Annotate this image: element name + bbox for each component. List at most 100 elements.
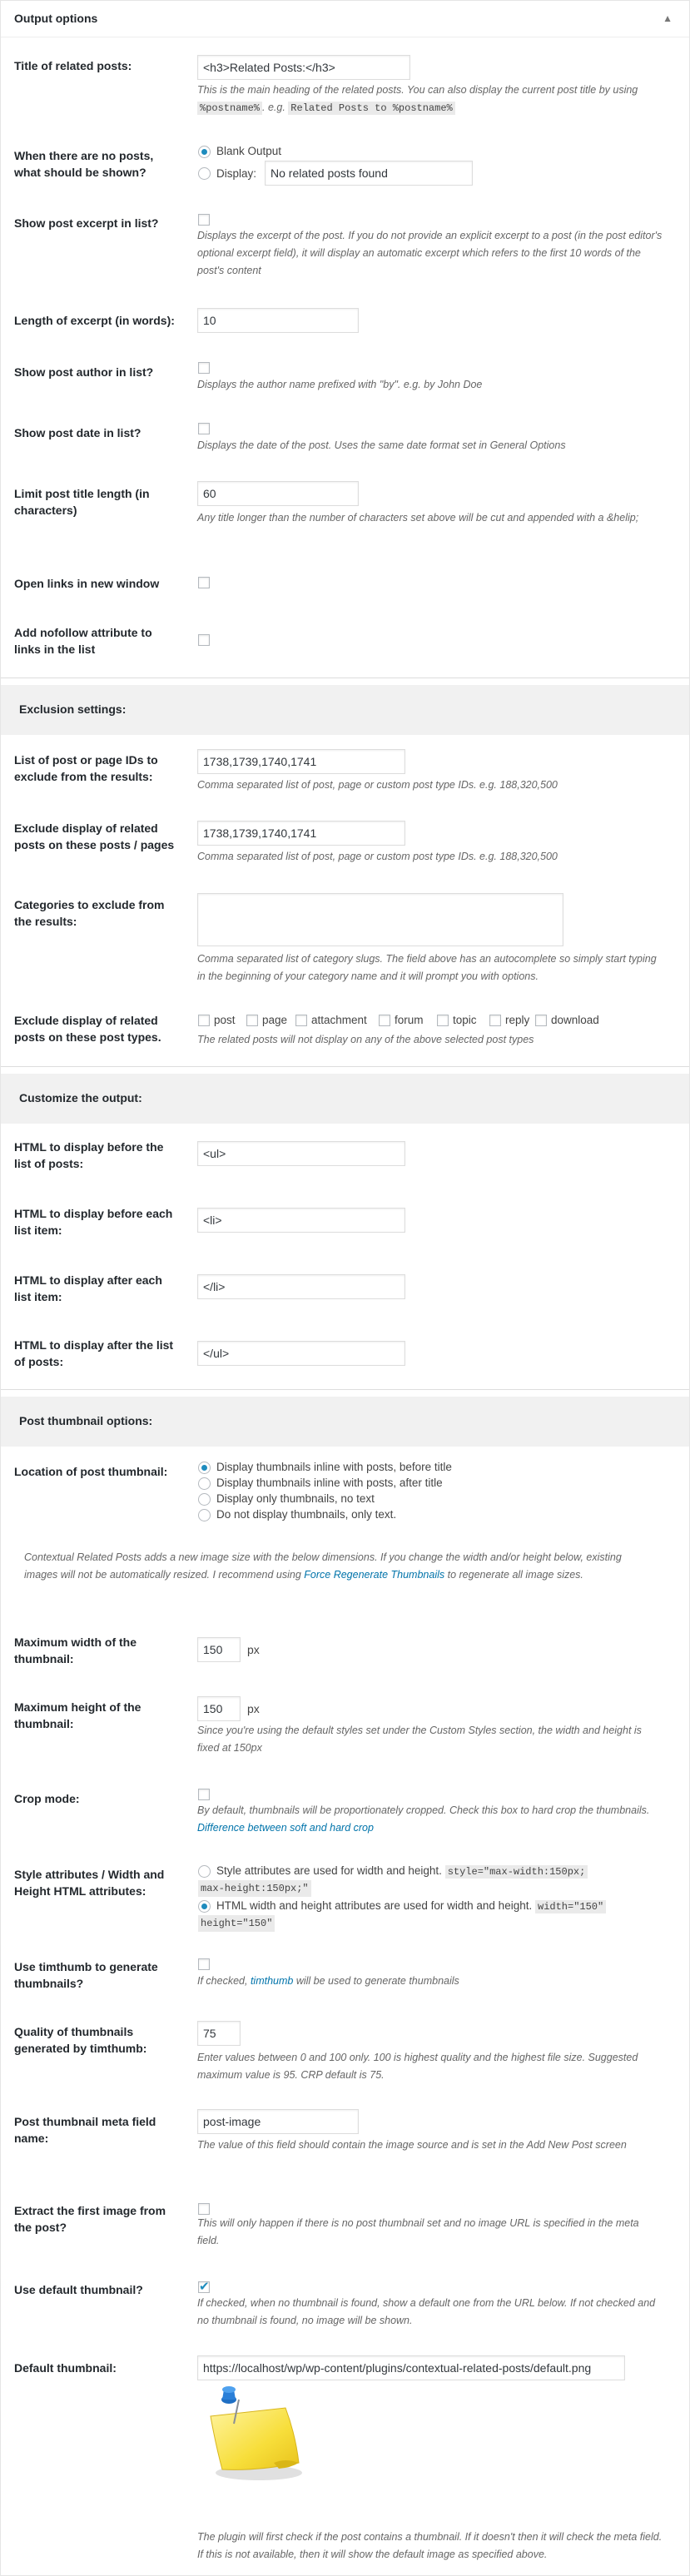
- after-item-input[interactable]: </li>: [197, 1274, 405, 1299]
- post-type-forum-checkbox[interactable]: [379, 1015, 390, 1026]
- location-before-title-radio[interactable]: [198, 1462, 211, 1474]
- extract-first-image-checkbox[interactable]: [198, 2203, 210, 2215]
- show-excerpt-desc: Displays the excerpt of the post. If you…: [197, 230, 663, 276]
- post-type-reply-label: reply: [505, 1014, 530, 1026]
- image-size-note-tail: to regenerate all image sizes.: [447, 1569, 583, 1581]
- post-type-page-label: page: [262, 1014, 288, 1026]
- max-height-label: Maximum height of the thumbnail:: [14, 1700, 141, 1730]
- quality-desc: Enter values between 0 and 100 only. 100…: [197, 2052, 638, 2081]
- thumbnail-section-header: Post thumbnail options:: [1, 1397, 689, 1447]
- quality-label: Quality of thumbnails generated by timth…: [14, 2025, 147, 2055]
- exclude-ids-label: List of post or page IDs to exclude from…: [14, 753, 158, 783]
- display-radio[interactable]: [198, 167, 211, 180]
- output-options-panel: Output options ▲ Title of related posts:…: [0, 0, 690, 2576]
- timthumb-label: Use timthumb to generate thumbnails?: [14, 1960, 158, 1990]
- exclusion-section-header: Exclusion settings:: [1, 685, 689, 735]
- exclude-on-desc: Comma separated list of post, page or cu…: [197, 851, 558, 862]
- style-attributes-radio[interactable]: [198, 1865, 211, 1878]
- panel-header[interactable]: Output options ▲: [1, 1, 689, 37]
- style-attributes-code-a: style="max-width:150px;: [444, 1865, 588, 1879]
- thumbnail-fallback-desc: The plugin will first check if the post …: [197, 2531, 663, 2560]
- location-thumbnails-only-label: Display only thumbnails, no text: [216, 1492, 375, 1505]
- show-author-desc: Displays the author name prefixed with "…: [197, 379, 483, 390]
- post-type-topic-label: topic: [453, 1014, 477, 1026]
- open-new-window-label: Open links in new window: [14, 577, 160, 590]
- html-attributes-radio[interactable]: [198, 1900, 211, 1913]
- extract-first-image-desc: This will only happen if there is no pos…: [197, 2217, 639, 2246]
- use-default-thumbnail-checkbox[interactable]: [198, 2279, 210, 2294]
- display-label: Display:: [216, 167, 257, 180]
- title-length-input[interactable]: 60: [197, 481, 359, 506]
- style-attributes-option: Style attributes are used for width and …: [216, 1862, 649, 1881]
- soft-hard-crop-link[interactable]: Difference between soft and hard crop: [197, 1822, 374, 1834]
- title-related-input[interactable]: <h3>Related Posts:</h3>: [197, 55, 410, 80]
- no-posts-text-input[interactable]: No related posts found: [265, 161, 473, 186]
- max-width-label: Maximum width of the thumbnail:: [14, 1635, 137, 1665]
- caret-up-icon[interactable]: ▲: [663, 12, 673, 24]
- max-width-unit: px: [247, 1643, 260, 1656]
- html-attributes-code-a: width="150": [535, 1900, 607, 1913]
- panel-title: Output options: [14, 12, 98, 25]
- max-width-input[interactable]: 150: [197, 1637, 241, 1662]
- blank-output-label: Blank Output: [216, 145, 282, 157]
- location-thumbnails-only-radio[interactable]: [198, 1493, 211, 1506]
- post-type-reply-checkbox[interactable]: [489, 1015, 501, 1026]
- after-list-input[interactable]: </ul>: [197, 1341, 405, 1366]
- crop-mode-checkbox[interactable]: [198, 1789, 210, 1800]
- html-attributes-code-b: height="150": [198, 1915, 276, 1932]
- pinned-note-icon: [199, 2386, 315, 2486]
- show-excerpt-checkbox[interactable]: [198, 214, 210, 226]
- section-divider: [1, 1066, 689, 1067]
- before-item-label: HTML to display before each list item:: [14, 1207, 173, 1237]
- exclude-categories-label: Categories to exclude from the results:: [14, 898, 165, 928]
- before-item-input[interactable]: <li>: [197, 1208, 405, 1233]
- location-text-only-label: Do not display thumbnails, only text.: [216, 1508, 397, 1521]
- use-default-thumbnail-desc: If checked, when no thumbnail is found, …: [197, 2297, 656, 2326]
- use-default-thumbnail-label: Use default thumbnail?: [14, 2283, 143, 2296]
- timthumb-desc-text: If checked,: [197, 1975, 248, 1987]
- exclude-on-input[interactable]: 1738,1739,1740,1741: [197, 821, 405, 846]
- timthumb-desc-tail: will be used to generate thumbnails: [295, 1975, 459, 1987]
- image-size-note: Contextual Related Posts adds a new imag…: [24, 1549, 657, 1584]
- before-list-label: HTML to display before the list of posts…: [14, 1140, 164, 1170]
- timthumb-link[interactable]: timthumb: [251, 1975, 293, 1987]
- post-type-post-checkbox[interactable]: [198, 1015, 210, 1026]
- max-height-desc: Since you're using the default styles se…: [197, 1725, 642, 1754]
- show-author-label: Show post author in list?: [14, 365, 154, 379]
- default-thumbnail-input[interactable]: https://localhost/wp/wp-content/plugins/…: [197, 2355, 625, 2380]
- location-text-only-radio[interactable]: [198, 1509, 211, 1521]
- style-attributes-code-b: max-height:150px;": [198, 1880, 311, 1897]
- before-list-input[interactable]: <ul>: [197, 1141, 405, 1166]
- location-after-title-label: Display thumbnails inline with posts, af…: [216, 1477, 443, 1489]
- meta-field-label: Post thumbnail meta field name:: [14, 2115, 156, 2145]
- post-type-page-checkbox[interactable]: [246, 1015, 258, 1026]
- post-type-forum-label: forum: [395, 1014, 424, 1026]
- timthumb-checkbox[interactable]: [198, 1958, 210, 1970]
- html-attributes-option-text: HTML width and height attributes are use…: [216, 1899, 533, 1912]
- quality-input[interactable]: 75: [197, 2021, 241, 2046]
- crop-mode-desc-text: By default, thumbnails will be proportio…: [197, 1804, 650, 1816]
- html-attributes-option: HTML width and height attributes are use…: [216, 1897, 649, 1916]
- exclusion-section-title: Exclusion settings:: [19, 702, 127, 716]
- show-author-checkbox[interactable]: [198, 362, 210, 374]
- force-regenerate-link[interactable]: Force Regenerate Thumbnails: [304, 1569, 444, 1581]
- nofollow-label: Add nofollow attribute to links in the l…: [14, 626, 152, 656]
- exclude-on-label: Exclude display of related posts on thes…: [14, 821, 175, 851]
- location-before-title-label: Display thumbnails inline with posts, be…: [216, 1461, 452, 1473]
- post-type-post-label: post: [214, 1014, 236, 1026]
- excerpt-length-input[interactable]: 10: [197, 308, 359, 333]
- max-height-input[interactable]: 150: [197, 1696, 241, 1721]
- meta-field-input[interactable]: post-image: [197, 2109, 359, 2134]
- exclude-categories-textarea[interactable]: [197, 893, 563, 946]
- show-date-checkbox[interactable]: [198, 423, 210, 434]
- post-type-topic-checkbox[interactable]: [437, 1015, 449, 1026]
- post-type-download-checkbox[interactable]: [535, 1015, 547, 1026]
- post-type-attachment-checkbox[interactable]: [295, 1015, 307, 1026]
- exclude-ids-input[interactable]: 1738,1739,1740,1741: [197, 749, 405, 774]
- nofollow-checkbox[interactable]: [198, 634, 210, 646]
- location-after-title-radio[interactable]: [198, 1477, 211, 1490]
- blank-output-radio[interactable]: [198, 146, 211, 158]
- open-new-window-checkbox[interactable]: [198, 577, 210, 588]
- after-list-label: HTML to display after the list of posts:: [14, 1338, 174, 1368]
- crop-mode-desc: By default, thumbnails will be proportio…: [197, 1802, 663, 1837]
